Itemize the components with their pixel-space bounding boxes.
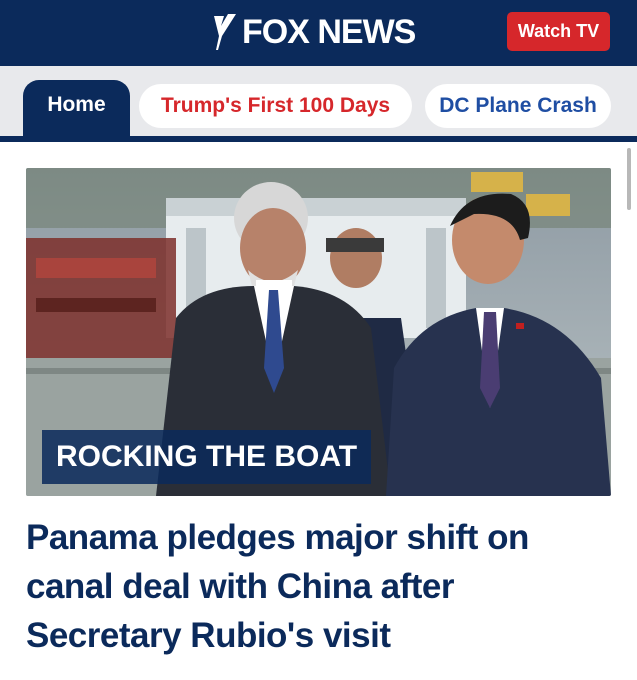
- fox-slash-logo-icon: [214, 14, 236, 50]
- tab-home[interactable]: Home: [23, 80, 130, 138]
- watch-tv-button[interactable]: Watch TV: [507, 12, 610, 51]
- scrollbar-thumb[interactable]: [627, 148, 631, 210]
- tab-trumps-first-100-days[interactable]: Trump's First 100 Days: [139, 84, 412, 128]
- site-header: FOX NEWS Watch TV: [0, 0, 637, 66]
- story-headline[interactable]: Panama pledges major shift on canal deal…: [26, 513, 616, 660]
- story-kicker[interactable]: ROCKING THE BOAT: [42, 430, 372, 484]
- fox-news-logo[interactable]: FOX NEWS: [210, 10, 416, 54]
- logo-text: FOX NEWS: [242, 12, 416, 51]
- tab-dc-plane-crash[interactable]: DC Plane Crash: [425, 84, 611, 128]
